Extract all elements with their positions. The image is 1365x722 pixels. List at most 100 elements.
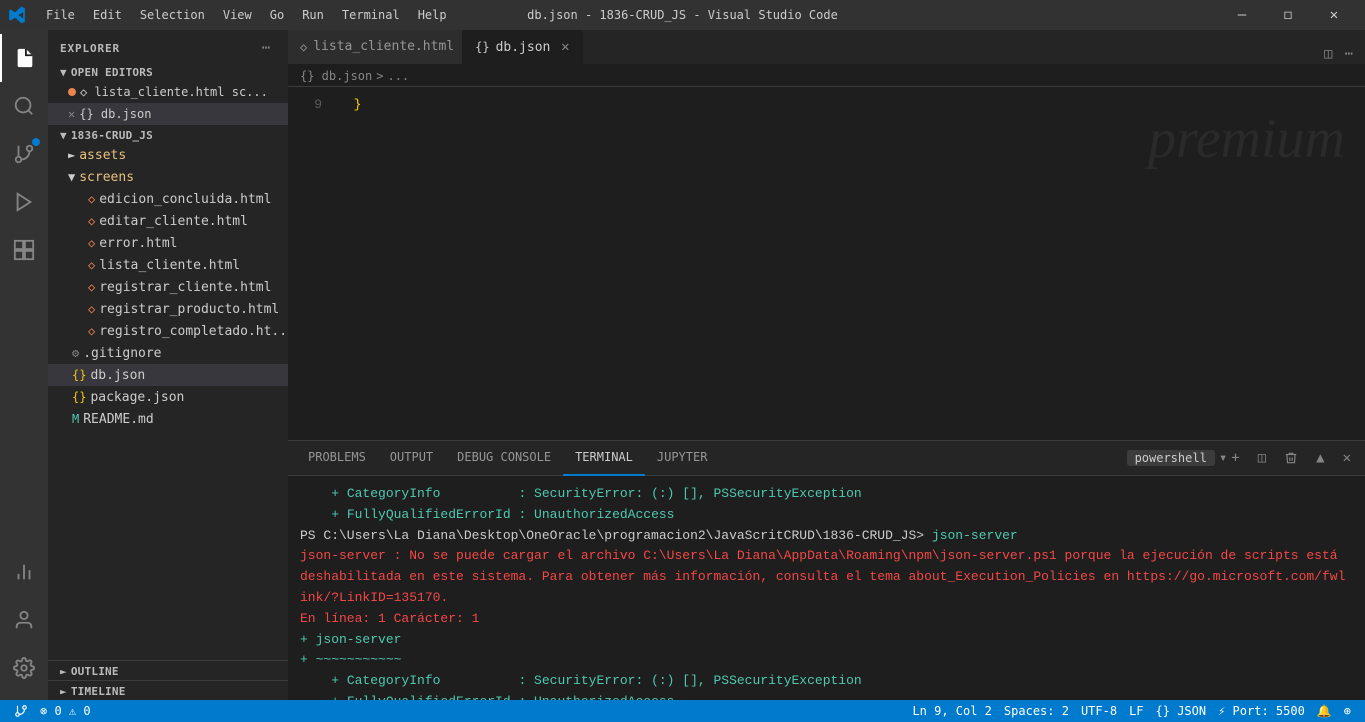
titlebar: File Edit Selection View Go Run Terminal… xyxy=(0,0,1365,30)
timeline-label[interactable]: ► TIMELINE xyxy=(48,681,288,700)
file-lista-cliente[interactable]: ◇ lista_cliente.html xyxy=(48,254,288,276)
status-spaces[interactable]: Spaces: 2 xyxy=(998,700,1075,722)
activity-source-control[interactable] xyxy=(0,130,48,178)
folder-assets[interactable]: ► assets xyxy=(48,144,288,166)
line-content-9: } xyxy=(338,95,1365,115)
tab-db-json[interactable]: {} db.json ✕ xyxy=(463,30,583,64)
panel-tab-problems[interactable]: PROBLEMS xyxy=(296,441,378,476)
menu-selection[interactable]: Selection xyxy=(132,6,213,24)
restore-button[interactable]: ◻ xyxy=(1265,0,1311,30)
file-registro-completado[interactable]: ◇ registro_completado.ht... xyxy=(48,320,288,342)
sidebar-title-label: EXPLORER xyxy=(60,42,120,55)
status-eol[interactable]: LF xyxy=(1123,700,1149,722)
file-readme[interactable]: M README.md xyxy=(48,408,288,430)
tab-db-label: db.json xyxy=(496,40,551,55)
activity-bottom xyxy=(0,548,48,700)
editor-content[interactable]: premium 9 } xyxy=(288,87,1365,440)
open-editor-lista-cliente[interactable]: ◇ lista_cliente.html sc... xyxy=(48,81,288,103)
status-encoding[interactable]: UTF-8 xyxy=(1075,700,1123,722)
breadcrumb-node[interactable]: ... xyxy=(387,69,409,83)
editor-area: ◇ lista_cliente.html {} db.json ✕ ◫ ⋯ {}… xyxy=(288,30,1365,700)
sidebar: EXPLORER ⋯ ▼ OPEN EDITORS ◇ lista_client… xyxy=(48,30,288,700)
open-editors-section[interactable]: ▼ OPEN EDITORS xyxy=(48,62,288,81)
file-error[interactable]: ◇ error.html xyxy=(48,232,288,254)
chevron-down-icon[interactable]: ▾ xyxy=(1219,450,1227,466)
terminal-line-9: + FullyQualifiedErrorId : UnauthorizedAc… xyxy=(300,692,1353,700)
close-panel-button[interactable]: ✕ xyxy=(1337,448,1357,468)
tab-lista-cliente[interactable]: ◇ lista_cliente.html xyxy=(288,30,463,64)
panel-tab-debug-console[interactable]: DEBUG CONSOLE xyxy=(445,441,563,476)
file-tree: ► assets ▼ screens ◇ edicion_concluida.h… xyxy=(48,144,288,660)
tab-close-button[interactable]: ✕ xyxy=(556,38,574,56)
terminal-line-5: En línea: 1 Carácter: 1 xyxy=(300,609,1353,630)
file-registrar-producto[interactable]: ◇ registrar_producto.html xyxy=(48,298,288,320)
maximize-panel-button[interactable]: ▲ xyxy=(1310,448,1330,468)
terminal-line-8: + CategoryInfo : SecurityError: (:) [], … xyxy=(300,671,1353,692)
terminal-line-4: json-server : No se puede cargar el arch… xyxy=(300,546,1353,608)
more-actions-button[interactable]: ⋯ xyxy=(1341,44,1357,64)
error-count-label: ⊗ 0 ⚠ 0 xyxy=(40,704,91,718)
file-package-json[interactable]: {} package.json xyxy=(48,386,288,408)
file-gitignore[interactable]: ⚙ .gitignore xyxy=(48,342,288,364)
new-file-button[interactable]: ⋯ xyxy=(256,38,276,58)
window-controls: ‒ ◻ ✕ xyxy=(1219,0,1357,30)
file-editar-cliente[interactable]: ◇ editar_cliente.html xyxy=(48,210,288,232)
breadcrumb: {} db.json > ... xyxy=(288,65,1365,87)
activity-settings[interactable] xyxy=(0,644,48,692)
status-branch[interactable] xyxy=(8,700,34,722)
menu-edit[interactable]: Edit xyxy=(85,6,130,24)
status-language[interactable]: {} JSON xyxy=(1150,700,1213,722)
status-position[interactable]: Ln 9, Col 2 xyxy=(906,700,997,722)
terminal-line-1: + CategoryInfo : SecurityError: (:) [], … xyxy=(300,484,1353,505)
file-db-json[interactable]: {} db.json xyxy=(48,364,288,386)
trash-terminal-button[interactable] xyxy=(1278,449,1304,467)
status-port[interactable]: ⚡ Port: 5500 xyxy=(1212,700,1311,722)
tab-json-icon: {} xyxy=(475,40,489,54)
tab-bar-actions: ◫ ⋯ xyxy=(1312,44,1365,64)
menu-run[interactable]: Run xyxy=(294,6,332,24)
status-feedback[interactable]: ⊕ xyxy=(1338,700,1357,722)
panel-actions: powershell ▾ + ◫ ▲ ✕ xyxy=(1121,448,1357,468)
project-section[interactable]: ▼ 1836-CRUD_JS xyxy=(48,125,288,144)
terminal-content[interactable]: + CategoryInfo : SecurityError: (:) [], … xyxy=(288,476,1365,700)
titlebar-menu: File Edit Selection View Go Run Terminal… xyxy=(38,6,455,24)
activity-bar xyxy=(0,30,48,700)
split-editor-button[interactable]: ◫ xyxy=(1320,44,1336,64)
menu-help[interactable]: Help xyxy=(410,6,455,24)
panel-tab-jupyter[interactable]: JUPYTER xyxy=(645,441,720,476)
tab-lista-label: lista_cliente.html xyxy=(313,39,454,54)
code-line-9: 9 } xyxy=(288,95,1365,116)
status-errors[interactable]: ⊗ 0 ⚠ 0 xyxy=(34,700,97,722)
titlebar-left: File Edit Selection View Go Run Terminal… xyxy=(8,6,455,24)
minimize-button[interactable]: ‒ xyxy=(1219,0,1265,30)
main-layout: EXPLORER ⋯ ▼ OPEN EDITORS ◇ lista_client… xyxy=(0,30,1365,700)
outline-label[interactable]: ► OUTLINE xyxy=(48,661,288,680)
status-notifications[interactable]: 🔔 xyxy=(1311,700,1338,722)
file-edicion-concluida[interactable]: ◇ edicion_concluida.html xyxy=(48,188,288,210)
panel-tab-terminal[interactable]: TERMINAL xyxy=(563,441,645,476)
menu-file[interactable]: File xyxy=(38,6,83,24)
status-bar: ⊗ 0 ⚠ 0 Ln 9, Col 2 Spaces: 2 UTF-8 LF {… xyxy=(0,700,1365,722)
split-terminal-button[interactable]: ◫ xyxy=(1252,448,1272,468)
activity-account[interactable] xyxy=(0,596,48,644)
activity-extensions[interactable] xyxy=(0,226,48,274)
file-registrar-cliente[interactable]: ◇ registrar_cliente.html xyxy=(48,276,288,298)
folder-screens[interactable]: ▼ screens xyxy=(48,166,288,188)
open-editor-db-json[interactable]: ✕ {} db.json xyxy=(48,103,288,125)
activity-debug[interactable] xyxy=(0,178,48,226)
timeline-section: ► TIMELINE xyxy=(48,680,288,700)
menu-terminal[interactable]: Terminal xyxy=(334,6,408,24)
activity-search[interactable] xyxy=(0,82,48,130)
sidebar-header: EXPLORER ⋯ xyxy=(48,30,288,62)
window-title: db.json - 1836-CRUD_JS - Visual Studio C… xyxy=(527,8,838,22)
menu-go[interactable]: Go xyxy=(262,6,292,24)
activity-remote[interactable] xyxy=(0,548,48,596)
outline-section: ► OUTLINE xyxy=(48,660,288,680)
close-button[interactable]: ✕ xyxy=(1311,0,1357,30)
menu-view[interactable]: View xyxy=(215,6,260,24)
breadcrumb-file[interactable]: {} db.json xyxy=(300,69,372,83)
tab-html-icon: ◇ xyxy=(300,40,307,54)
new-terminal-button[interactable]: powershell ▾ + xyxy=(1121,448,1246,468)
activity-explorer[interactable] xyxy=(0,34,48,82)
panel-tab-output[interactable]: OUTPUT xyxy=(378,441,445,476)
